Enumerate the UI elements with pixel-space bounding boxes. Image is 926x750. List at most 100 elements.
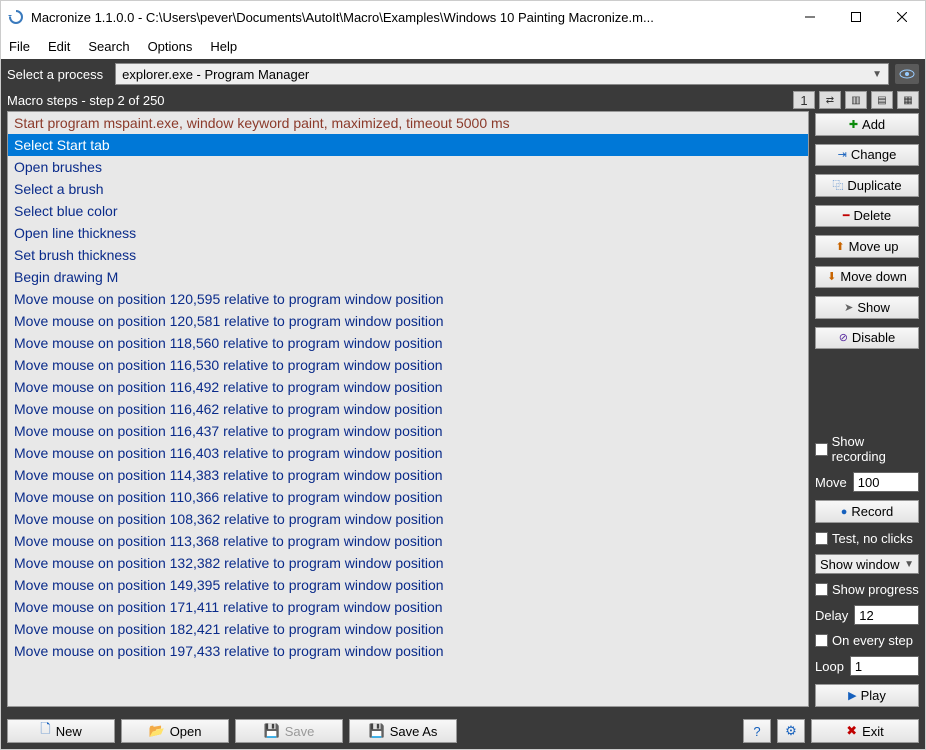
minimize-button[interactable] (787, 1, 833, 33)
window-title: Macronize 1.1.0.0 - C:\Users\pever\Docum… (31, 10, 787, 25)
saveas-button[interactable]: 💾Save As (349, 719, 457, 743)
step-row[interactable]: Move mouse on position 182,421 relative … (8, 618, 808, 640)
step-row[interactable]: Move mouse on position 120,595 relative … (8, 288, 808, 310)
step-row[interactable]: Move mouse on position 132,382 relative … (8, 552, 808, 574)
tool-grid1[interactable]: ▥ (845, 91, 867, 109)
checkbox-icon (815, 443, 828, 456)
play-button[interactable]: ▶Play (815, 684, 919, 707)
show-window-select[interactable]: Show window▼ (815, 554, 919, 575)
show-progress-check[interactable]: Show progress (815, 582, 919, 597)
titlebar: Macronize 1.1.0.0 - C:\Users\pever\Docum… (1, 1, 925, 33)
moveup-button[interactable]: ⬆Move up (815, 235, 919, 258)
movedown-button[interactable]: ⬇Move down (815, 266, 919, 289)
step-row[interactable]: Select a brush (8, 178, 808, 200)
step-row[interactable]: Move mouse on position 110,366 relative … (8, 486, 808, 508)
every-step-check[interactable]: On every step (815, 633, 919, 648)
app-icon (7, 8, 25, 26)
save-as-icon: 💾 (369, 723, 385, 739)
settings-button[interactable]: ⚙ (777, 719, 805, 743)
process-select[interactable]: explorer.exe - Program Manager ▼ (115, 63, 889, 85)
checkbox-icon (815, 583, 828, 596)
side-panel: ✚Add ⇥Change ⿻Duplicate ━Delete ⬆Move up… (815, 111, 919, 707)
step-row[interactable]: Move mouse on position 116,462 relative … (8, 398, 808, 420)
process-label: Select a process (7, 67, 103, 82)
chevron-down-icon: ▼ (904, 559, 914, 570)
step-row[interactable]: Select blue color (8, 200, 808, 222)
watch-button[interactable] (895, 64, 919, 84)
folder-open-icon: 📂 (149, 723, 165, 739)
process-row: Select a process explorer.exe - Program … (1, 59, 925, 89)
help-button[interactable]: ? (743, 719, 771, 743)
loop-field[interactable]: 1 (850, 656, 919, 676)
help-icon: ? (753, 724, 760, 739)
menu-options[interactable]: Options (148, 39, 193, 54)
record-button[interactable]: ●Record (815, 500, 919, 523)
step-row[interactable]: Move mouse on position 149,395 relative … (8, 574, 808, 596)
step-row[interactable]: Move mouse on position 116,492 relative … (8, 376, 808, 398)
tool-first[interactable]: 1 (793, 91, 815, 109)
steps-list[interactable]: Start program mspaint.exe, window keywor… (8, 112, 808, 706)
show-button[interactable]: ➤Show (815, 296, 919, 319)
process-value: explorer.exe - Program Manager (122, 67, 309, 82)
delay-field[interactable]: 12 (854, 605, 919, 625)
disable-button[interactable]: ⊘Disable (815, 327, 919, 350)
show-recording-check[interactable]: Show recording (815, 434, 919, 464)
step-row[interactable]: Open line thickness (8, 222, 808, 244)
minus-icon: ━ (843, 209, 850, 222)
record-icon: ● (841, 506, 848, 518)
menu-help[interactable]: Help (210, 39, 237, 54)
step-row[interactable]: Move mouse on position 197,433 relative … (8, 640, 808, 662)
step-row[interactable]: Move mouse on position 171,411 relative … (8, 596, 808, 618)
save-icon: 💾 (264, 723, 280, 739)
menu-search[interactable]: Search (88, 39, 129, 54)
steps-header: Macro steps - step 2 of 250 1 ⇄ ▥ ▤ ▦ (1, 89, 925, 111)
change-icon: ⇥ (838, 148, 847, 161)
step-row[interactable]: Select Start tab (8, 134, 808, 156)
step-row[interactable]: Move mouse on position 116,437 relative … (8, 420, 808, 442)
gear-icon: ⚙ (785, 723, 797, 739)
tool-swap[interactable]: ⇄ (819, 91, 841, 109)
step-row[interactable]: Move mouse on position 108,362 relative … (8, 508, 808, 530)
step-row[interactable]: Open brushes (8, 156, 808, 178)
exit-button[interactable]: ✖Exit (811, 719, 919, 743)
content: Start program mspaint.exe, window keywor… (1, 111, 925, 713)
step-row[interactable]: Start program mspaint.exe, window keywor… (8, 112, 808, 134)
move-field[interactable]: 100 (853, 472, 919, 492)
delete-button[interactable]: ━Delete (815, 205, 919, 228)
checkbox-icon (815, 532, 828, 545)
step-row[interactable]: Move mouse on position 120,581 relative … (8, 310, 808, 332)
new-button[interactable]: 🗋New (7, 719, 115, 743)
play-icon: ▶ (848, 689, 856, 702)
file-icon: 🗋 (40, 720, 50, 742)
close-button[interactable] (879, 1, 925, 33)
maximize-button[interactable] (833, 1, 879, 33)
step-row[interactable]: Move mouse on position 116,403 relative … (8, 442, 808, 464)
plus-icon: ✚ (849, 118, 858, 131)
save-button[interactable]: 💾Save (235, 719, 343, 743)
arrow-up-icon: ⬆ (835, 240, 844, 253)
step-row[interactable]: Move mouse on position 114,383 relative … (8, 464, 808, 486)
tool-grid2[interactable]: ▤ (871, 91, 893, 109)
steps-header-label: Macro steps - step 2 of 250 (7, 93, 165, 108)
chevron-down-icon: ▼ (872, 69, 882, 80)
menubar: File Edit Search Options Help (1, 33, 925, 59)
menu-edit[interactable]: Edit (48, 39, 70, 54)
open-button[interactable]: 📂Open (121, 719, 229, 743)
move-label: Move (815, 475, 847, 490)
step-row[interactable]: Begin drawing M (8, 266, 808, 288)
bottom-bar: 🗋New 📂Open 💾Save 💾Save As ? ⚙ ✖Exit (1, 713, 925, 749)
duplicate-icon: ⿻ (832, 177, 843, 193)
tool-grid3[interactable]: ▦ (897, 91, 919, 109)
menu-file[interactable]: File (9, 39, 30, 54)
add-button[interactable]: ✚Add (815, 113, 919, 136)
exit-icon: ✖ (846, 723, 857, 739)
test-check[interactable]: Test, no clicks (815, 531, 919, 546)
step-row[interactable]: Move mouse on position 118,560 relative … (8, 332, 808, 354)
delay-label: Delay (815, 608, 848, 623)
cursor-icon: ➤ (844, 301, 853, 314)
step-row[interactable]: Set brush thickness (8, 244, 808, 266)
change-button[interactable]: ⇥Change (815, 144, 919, 167)
step-row[interactable]: Move mouse on position 116,530 relative … (8, 354, 808, 376)
step-row[interactable]: Move mouse on position 113,368 relative … (8, 530, 808, 552)
duplicate-button[interactable]: ⿻Duplicate (815, 174, 919, 197)
